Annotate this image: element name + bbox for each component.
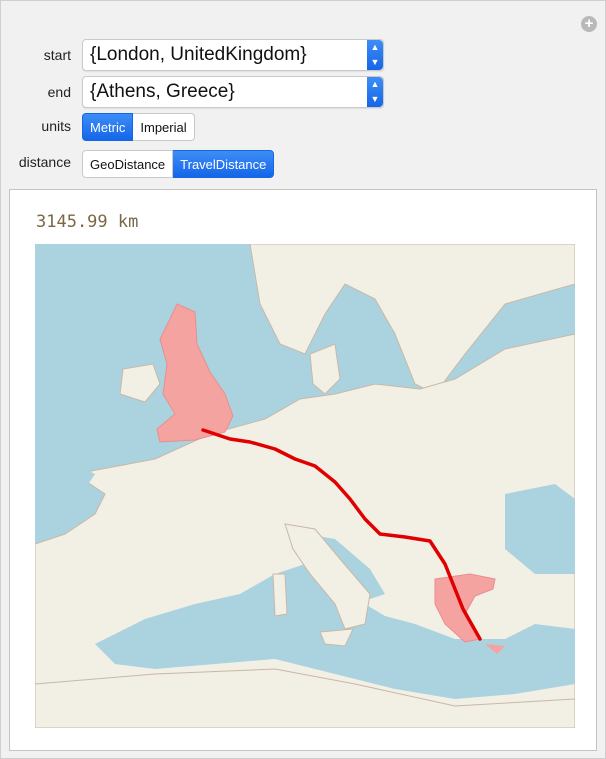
distance-geodistance-option[interactable]: GeoDistance <box>82 150 174 178</box>
units-imperial-option[interactable]: Imperial <box>133 113 195 141</box>
chevron-down-icon: ▼ <box>370 94 380 104</box>
distance-toggle: GeoDistance TravelDistance <box>82 150 275 178</box>
route-map <box>35 244 575 728</box>
chevron-down-icon: ▼ <box>370 57 380 67</box>
end-label: end <box>47 84 71 100</box>
add-icon[interactable]: + <box>581 16 597 32</box>
output-pane: 3145.99 km <box>9 189 597 751</box>
start-popup[interactable]: {London, UnitedKingdom} ▲ ▼ <box>82 39 384 71</box>
units-label: units <box>41 118 71 134</box>
start-label: start <box>43 47 71 63</box>
end-stepper[interactable]: ▲ ▼ <box>367 77 383 107</box>
sardinia-land <box>272 573 288 617</box>
chevron-up-icon: ▲ <box>370 42 380 52</box>
start-value: {London, UnitedKingdom} <box>90 44 307 65</box>
start-stepper[interactable]: ▲ ▼ <box>367 40 383 70</box>
units-toggle: Metric Imperial <box>82 113 195 141</box>
distance-traveldistance-option[interactable]: TravelDistance <box>173 150 275 178</box>
units-metric-option[interactable]: Metric <box>82 113 134 141</box>
end-value: {Athens, Greece} <box>90 81 235 102</box>
distance-label: distance <box>18 154 71 170</box>
end-popup[interactable]: {Athens, Greece} ▲ ▼ <box>82 76 384 108</box>
manipulate-panel: + start {London, UnitedKingdom} ▲ ▼ end {… <box>0 0 606 759</box>
distance-readout: 3145.99 km <box>36 212 139 232</box>
chevron-up-icon: ▲ <box>370 79 380 89</box>
map-svg <box>35 244 575 728</box>
